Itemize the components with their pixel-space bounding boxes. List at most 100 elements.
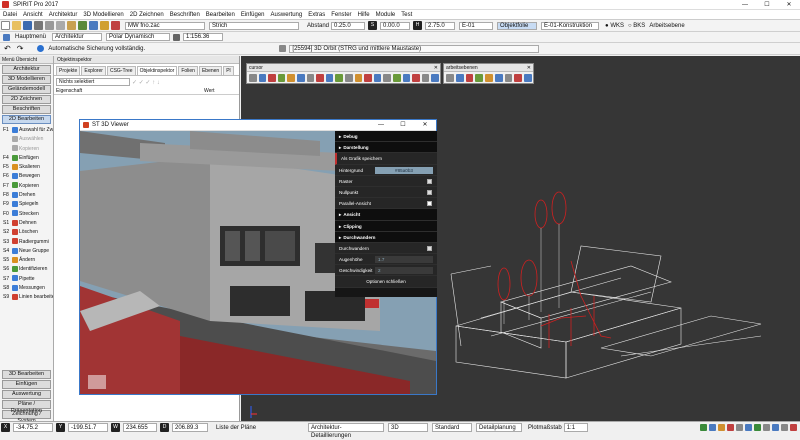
filter-tools[interactable]: ✓ ✓ ✓ ↑ ↓ (132, 79, 160, 86)
cursor-tool-icon[interactable] (306, 73, 315, 82)
standard-select[interactable]: Standard (432, 423, 472, 432)
plane-tool-icon[interactable] (524, 73, 533, 82)
status-toggle-icon[interactable] (790, 424, 797, 431)
cursor-tool-icon[interactable] (392, 73, 401, 82)
selection-filter[interactable]: Nichts selektiert (56, 78, 130, 86)
status-toggle-icon[interactable] (718, 424, 725, 431)
tab-projekte[interactable]: Projekte (56, 66, 81, 75)
setting-raster[interactable]: Raster (335, 175, 437, 187)
minimize-icon[interactable]: — (734, 2, 756, 8)
print-icon[interactable] (34, 21, 43, 30)
background-color-field[interactable]: #85a0b3 (375, 166, 433, 174)
function-item[interactable]: S6 Identifizieren (0, 265, 53, 274)
arbeitsebenen-toolbar[interactable]: arbeitsebenen ✕ (443, 63, 534, 84)
setting-nullpunkt[interactable]: Nullpunkt (335, 186, 437, 199)
status-toggle-icon[interactable] (781, 424, 788, 431)
detail-select[interactable]: Detailplanung (476, 423, 522, 432)
tab-explorer[interactable]: Explorer (81, 66, 106, 75)
menu-hilfe[interactable]: Hilfe (355, 10, 373, 20)
w-value[interactable]: 234.655 (123, 423, 157, 432)
tab-csg-tree[interactable]: CSG-Tree (106, 66, 136, 75)
layer-icon[interactable] (100, 21, 109, 30)
function-item[interactable]: F8 Drehen (0, 191, 53, 200)
bks-radio[interactable]: ○ BKS (628, 23, 645, 29)
st-3d-viewer-window[interactable]: ST 3D Viewer — ☐ ✕ ▸ Debug ▸ Darstellung… (79, 119, 437, 395)
cursor-tool-icon[interactable] (258, 73, 267, 82)
hauptmenu-button[interactable]: Hauptmenü (15, 34, 46, 40)
function-item[interactable]: Auswählen (0, 135, 53, 144)
function-item[interactable]: F6 Bewegen (0, 172, 53, 181)
sidebar-bottom-button-4[interactable]: Zeichnung / System (2, 410, 51, 424)
status-toggle-icon[interactable] (700, 424, 707, 431)
grid-icon[interactable] (89, 21, 98, 30)
setting-hintergrund[interactable]: Hintergrund #85a0b3 (335, 164, 437, 176)
plane-tool-icon[interactable] (446, 73, 454, 82)
menu-3d-modellieren[interactable]: 3D Modellieren (80, 10, 126, 20)
abstand-field[interactable]: 0.25.0 (331, 21, 366, 30)
menu-bearbeiten[interactable]: Bearbeiten (203, 10, 238, 20)
function-item[interactable]: S9 Linien bearbeiten (0, 293, 53, 302)
open-icon[interactable] (12, 21, 21, 30)
plane-tool-icon[interactable] (475, 73, 484, 82)
cursor-tool-icon[interactable] (364, 73, 372, 82)
function-item[interactable]: F9 Spiegeln (0, 200, 53, 209)
sidebar-button-4[interactable]: Beschriften (2, 105, 51, 114)
cursor-toolbar[interactable]: cursor ✕ (246, 63, 441, 84)
plane-tool-icon[interactable] (494, 73, 503, 82)
sidebar-bottom-button-3[interactable]: Pläne / Präsentation (2, 400, 51, 414)
sidebar-bottom-button-2[interactable]: Auswertung (2, 390, 51, 399)
sidebar-bottom-button-1[interactable]: Einfügen (2, 380, 51, 389)
tab-pl[interactable]: Pl (223, 66, 234, 75)
status-toggle-icon[interactable] (745, 424, 752, 431)
setting-geschwindigkeit[interactable]: Geschwindigkeit 2 (335, 265, 437, 277)
function-item[interactable]: F7 Kopieren (0, 182, 53, 191)
function-item[interactable]: F5 Skalieren (0, 163, 53, 172)
cursor-tool-icon[interactable] (402, 73, 411, 82)
sidebar-button-0[interactable]: Architektur (2, 65, 51, 74)
plane-tool-icon[interactable] (514, 73, 523, 82)
sidebar-button-2[interactable]: Geländemodell (2, 85, 51, 94)
redo-icon[interactable]: ↷ (17, 44, 24, 53)
menu-module[interactable]: Module (373, 10, 399, 20)
plane-tool-icon[interactable] (504, 73, 513, 82)
plane-tool-icon[interactable] (485, 73, 493, 82)
undo-icon[interactable]: ↶ (4, 44, 11, 53)
status-toggle-icon[interactable] (727, 424, 734, 431)
function-item[interactable]: S5 Ändern (0, 256, 53, 265)
cursor-tool-icon[interactable] (249, 73, 257, 82)
menu-ansicht[interactable]: Ansicht (20, 10, 46, 20)
function-item[interactable]: S8 Messungen (0, 284, 53, 293)
copy-icon[interactable] (56, 21, 65, 30)
status-toggle-icon[interactable] (736, 424, 743, 431)
setting-als-grafik-speichern[interactable]: Als Grafik speichern (335, 153, 437, 165)
menu-beschriften[interactable]: Beschriften (167, 10, 203, 20)
cursor-tool-icon[interactable] (421, 73, 430, 82)
menu-extras[interactable]: Extras (305, 10, 328, 20)
view-select[interactable]: 3D (388, 423, 428, 432)
s-field[interactable]: 0.00.0 (380, 21, 411, 30)
scale-field[interactable]: 1:156.36 (183, 33, 224, 41)
setting-durchwandern[interactable]: ▸ Durchwandern (335, 231, 437, 243)
cursor-tool-icon[interactable] (344, 73, 353, 82)
function-item[interactable]: S7 Pipette (0, 275, 53, 284)
cursor-tool-icon[interactable] (335, 73, 343, 82)
status-toggle-icon[interactable] (772, 424, 779, 431)
menu-fenster[interactable]: Fenster (328, 10, 354, 20)
menu-architektur[interactable]: Architektur (46, 10, 81, 20)
setting-debug[interactable]: ▸ Debug (335, 131, 437, 143)
paste-icon[interactable] (67, 21, 76, 30)
snap-select[interactable]: Polar Dynamisch (106, 33, 171, 41)
status-toggle-icon[interactable] (709, 424, 716, 431)
plane-tool-icon[interactable] (455, 73, 464, 82)
menu-auswertung[interactable]: Auswertung (268, 10, 306, 20)
close-icon[interactable]: ✕ (778, 1, 800, 8)
setting-ansicht[interactable]: ▸ Ansicht (335, 209, 437, 221)
setting-darstellung[interactable]: ▸ Darstellung (335, 142, 437, 154)
setting-checkbox[interactable] (427, 245, 432, 251)
cursor-tool-icon[interactable] (287, 73, 295, 82)
menu-einf-gen[interactable]: Einfügen (238, 10, 268, 20)
sidebar-button-5[interactable]: 2D Bearbeiten (2, 115, 51, 124)
viewer-maximize-icon[interactable]: ☐ (392, 120, 414, 131)
cursor-toolbar-close-icon[interactable]: ✕ (434, 64, 440, 72)
function-item[interactable]: F0 Strecken (0, 210, 53, 219)
